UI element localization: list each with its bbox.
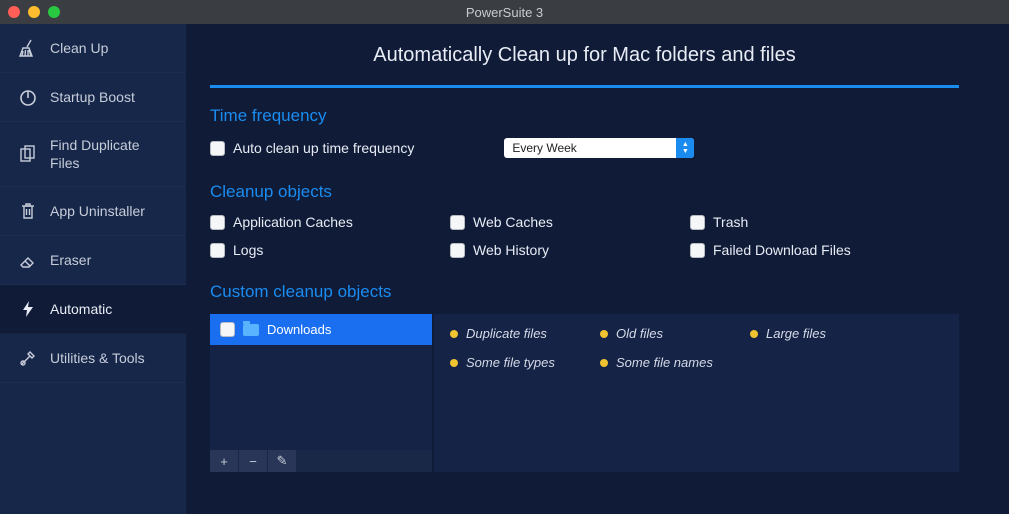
filter-label: Some file names [616, 355, 713, 370]
filter-old-files[interactable]: Old files [600, 326, 750, 341]
section-custom-cleanup-heading: Custom cleanup objects [210, 282, 959, 302]
sidebar-item-label: Utilities & Tools [50, 349, 145, 367]
checkbox-label: Failed Download Files [713, 242, 851, 258]
folder-checkbox[interactable] [220, 322, 235, 337]
lightning-icon [18, 299, 38, 319]
filter-file-names[interactable]: Some file names [600, 355, 750, 370]
window-controls [8, 6, 60, 18]
sidebar-item-startup-boost[interactable]: Startup Boost [0, 73, 186, 122]
checkbox[interactable] [210, 215, 225, 230]
sidebar-item-automatic[interactable]: Automatic [0, 285, 186, 334]
frequency-select-value: Every Week [504, 141, 676, 155]
filter-label: Duplicate files [466, 326, 547, 341]
main-content: Automatically Clean up for Mac folders a… [186, 24, 1009, 514]
checkbox[interactable] [690, 215, 705, 230]
duplicate-files-icon [18, 144, 38, 164]
filter-label: Some file types [466, 355, 555, 370]
folder-item-downloads[interactable]: Downloads [210, 314, 432, 345]
dot-icon [600, 330, 608, 338]
filter-file-types[interactable]: Some file types [450, 355, 600, 370]
checkbox-label: Web Caches [473, 214, 553, 230]
eraser-icon [18, 250, 38, 270]
auto-clean-frequency-option[interactable]: Auto clean up time frequency [210, 140, 414, 156]
dot-icon [600, 359, 608, 367]
frequency-select[interactable]: Every Week ▲▼ [504, 138, 694, 158]
sidebar-item-label: Eraser [50, 251, 91, 269]
folder-name: Downloads [267, 322, 331, 337]
page-title: Automatically Clean up for Mac folders a… [210, 44, 959, 67]
remove-folder-button[interactable]: − [239, 450, 267, 472]
checkbox-label: Application Caches [233, 214, 353, 230]
tools-icon [18, 348, 38, 368]
folder-icon [243, 324, 259, 336]
sidebar-item-app-uninstaller[interactable]: App Uninstaller [0, 187, 186, 236]
broom-icon [18, 38, 38, 58]
maximize-window-button[interactable] [48, 6, 60, 18]
folder-toolbar: + − ✎ [210, 450, 432, 472]
filter-large-files[interactable]: Large files [750, 326, 900, 341]
auto-clean-frequency-label: Auto clean up time frequency [233, 140, 414, 156]
sidebar-item-label: Startup Boost [50, 88, 135, 106]
cleanup-option-application-caches[interactable]: Application Caches [210, 214, 450, 230]
custom-filters-panel: Duplicate files Old files Large files So… [434, 314, 959, 472]
sidebar-item-label: App Uninstaller [50, 202, 145, 220]
cleanup-option-logs[interactable]: Logs [210, 242, 450, 258]
section-cleanup-objects-heading: Cleanup objects [210, 182, 959, 202]
auto-clean-frequency-checkbox[interactable] [210, 141, 225, 156]
edit-folder-button[interactable]: ✎ [268, 450, 296, 472]
dot-icon [750, 330, 758, 338]
title-divider [210, 85, 959, 88]
custom-folder-list: Downloads + − ✎ [210, 314, 432, 472]
close-window-button[interactable] [8, 6, 20, 18]
filter-label: Old files [616, 326, 663, 341]
sidebar-item-utilities[interactable]: Utilities & Tools [0, 334, 186, 383]
filter-duplicate-files[interactable]: Duplicate files [450, 326, 600, 341]
window-title: PowerSuite 3 [466, 5, 543, 20]
trash-icon [18, 201, 38, 221]
sidebar-item-label: Find Duplicate Files [50, 136, 168, 172]
checkbox-label: Web History [473, 242, 549, 258]
filter-label: Large files [766, 326, 826, 341]
checkbox[interactable] [690, 243, 705, 258]
select-stepper-icon: ▲▼ [676, 138, 694, 158]
sidebar-item-eraser[interactable]: Eraser [0, 236, 186, 285]
sidebar-item-label: Automatic [50, 300, 112, 318]
cleanup-option-trash[interactable]: Trash [690, 214, 930, 230]
cleanup-option-web-history[interactable]: Web History [450, 242, 690, 258]
minimize-window-button[interactable] [28, 6, 40, 18]
titlebar: PowerSuite 3 [0, 0, 1009, 24]
checkbox[interactable] [450, 243, 465, 258]
power-icon [18, 87, 38, 107]
checkbox-label: Trash [713, 214, 748, 230]
sidebar-item-label: Clean Up [50, 39, 108, 57]
checkbox[interactable] [450, 215, 465, 230]
add-folder-button[interactable]: + [210, 450, 238, 472]
sidebar: Clean Up Startup Boost Find Duplicate Fi… [0, 24, 186, 514]
section-time-frequency-heading: Time frequency [210, 106, 959, 126]
sidebar-item-find-duplicates[interactable]: Find Duplicate Files [0, 122, 186, 187]
checkbox-label: Logs [233, 242, 263, 258]
dot-icon [450, 330, 458, 338]
sidebar-item-cleanup[interactable]: Clean Up [0, 24, 186, 73]
dot-icon [450, 359, 458, 367]
checkbox[interactable] [210, 243, 225, 258]
cleanup-option-failed-downloads[interactable]: Failed Download Files [690, 242, 930, 258]
cleanup-option-web-caches[interactable]: Web Caches [450, 214, 690, 230]
